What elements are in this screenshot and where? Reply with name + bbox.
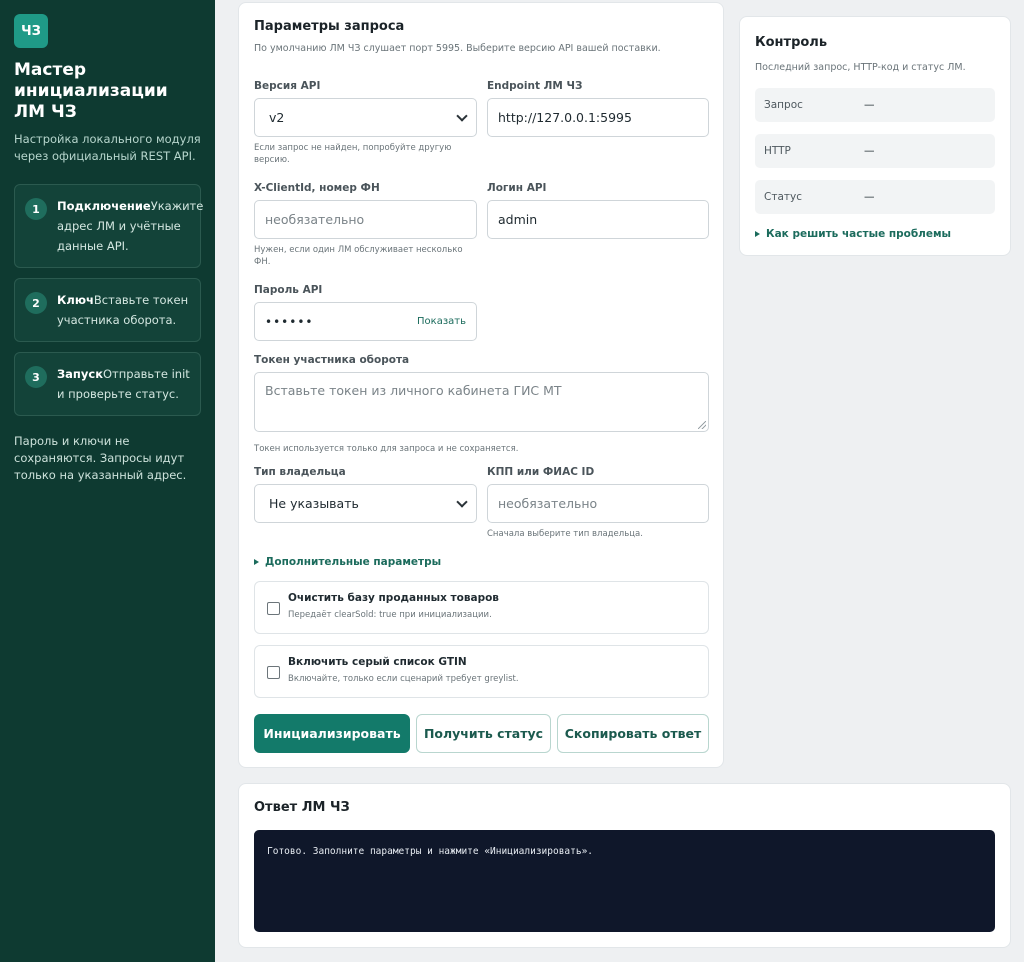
step-text: ПодключениеУкажите адрес ЛМ и учётные да… bbox=[57, 196, 203, 256]
initialize-button[interactable]: Инициализировать bbox=[254, 714, 410, 753]
clear-sold-desc: Передаёт clearSold: true при инициализац… bbox=[288, 610, 492, 620]
step-title: Подключение bbox=[57, 199, 151, 213]
step-number: 1 bbox=[25, 198, 47, 220]
token-placeholder: Вставьте токен из личного кабинета ГИС М… bbox=[265, 383, 562, 398]
row-value: — bbox=[864, 191, 875, 203]
sidebar-subtitle: Настройка локального модуля через официа… bbox=[14, 132, 201, 163]
control-subtitle: Последний запрос, HTTP-код и статус ЛМ. bbox=[755, 62, 966, 73]
token-label: Токен участника оборота bbox=[254, 354, 410, 366]
password-label: Пароль API bbox=[254, 284, 323, 296]
client-id-field: X-ClientId, номер ФН необязательно Нужен… bbox=[254, 182, 477, 268]
endpoint-input[interactable]: http://127.0.0.1:5995 bbox=[487, 98, 709, 137]
greylist-title: Включить серый список GTIN bbox=[288, 656, 467, 668]
params-title: Параметры запроса bbox=[254, 19, 405, 34]
show-password-button[interactable]: Показать bbox=[417, 316, 466, 327]
status-row: Статус — bbox=[755, 180, 995, 214]
token-field: Токен участника оборота Вставьте токен и… bbox=[254, 354, 709, 455]
step-text: ЗапускОтправьте init и проверьте статус. bbox=[57, 364, 190, 404]
owner-type-field: Тип владельца Не указывать bbox=[254, 466, 477, 523]
client-id-placeholder: необязательно bbox=[265, 212, 365, 227]
password-input[interactable]: •••••• Показать bbox=[254, 302, 477, 341]
sidebar-title: Мастер инициализации ЛМ ЧЗ bbox=[14, 60, 168, 122]
step-launch[interactable]: 3 ЗапускОтправьте init и проверьте стату… bbox=[14, 352, 201, 416]
chevron-down-icon bbox=[456, 109, 468, 122]
owner-type-label: Тип владельца bbox=[254, 466, 346, 478]
resize-handle-icon[interactable] bbox=[698, 421, 706, 429]
client-id-hint: Нужен, если один ЛМ обслуживает нескольк… bbox=[254, 245, 463, 267]
kpp-label: КПП или ФИАС ID bbox=[487, 466, 595, 478]
greylist-desc: Включайте, только если сценарий требует … bbox=[288, 674, 519, 684]
http-row: HTTP — bbox=[755, 134, 995, 168]
step-connection[interactable]: 1 ПодключениеУкажите адрес ЛМ и учётные … bbox=[14, 184, 203, 268]
troubleshooting-toggle[interactable]: Как решить частые проблемы bbox=[755, 228, 995, 240]
clear-sold-title: Очистить базу проданных товаров bbox=[288, 592, 499, 604]
kpp-placeholder: необязательно bbox=[498, 496, 598, 511]
api-version-hint: Если запрос не найден, попробуйте другую… bbox=[254, 143, 452, 165]
request-row: Запрос — bbox=[755, 88, 995, 122]
sidebar: ЧЗ Мастер инициализации ЛМ ЧЗ Настройка … bbox=[0, 0, 215, 962]
endpoint-value: http://127.0.0.1:5995 bbox=[498, 110, 632, 125]
owner-type-select[interactable]: Не указывать bbox=[254, 484, 477, 523]
advanced-params-toggle[interactable]: Дополнительные параметры bbox=[254, 556, 441, 568]
greylist-option[interactable]: Включить серый список GTIN Включайте, то… bbox=[254, 645, 709, 698]
login-label: Логин API bbox=[487, 182, 547, 194]
step-title: Запуск bbox=[57, 367, 103, 381]
control-title: Контроль bbox=[755, 35, 828, 50]
request-params-card: Параметры запроса По умолчанию ЛМ ЧЗ слу… bbox=[238, 2, 724, 768]
row-value: — bbox=[864, 145, 875, 157]
login-input[interactable]: admin bbox=[487, 200, 709, 239]
kpp-input[interactable]: необязательно bbox=[487, 484, 709, 523]
response-text: Готово. Заполните параметры и нажмите «И… bbox=[267, 846, 594, 857]
token-hint: Токен используется только для запроса и … bbox=[254, 444, 519, 454]
copy-response-button[interactable]: Скопировать ответ bbox=[557, 714, 709, 753]
password-field: Пароль API •••••• Показать bbox=[254, 284, 477, 341]
chevron-down-icon bbox=[456, 495, 468, 508]
advanced-params-label: Дополнительные параметры bbox=[265, 556, 442, 568]
row-value: — bbox=[864, 99, 875, 111]
token-textarea[interactable]: Вставьте токен из личного кабинета ГИС М… bbox=[254, 372, 709, 432]
clear-sold-option[interactable]: Очистить базу проданных товаров Передаёт… bbox=[254, 581, 709, 634]
endpoint-field: Endpoint ЛМ ЧЗ http://127.0.0.1:5995 bbox=[487, 80, 709, 137]
triangle-right-icon bbox=[755, 231, 760, 237]
params-subtitle: По умолчанию ЛМ ЧЗ слушает порт 5995. Вы… bbox=[254, 43, 661, 54]
client-id-input[interactable]: необязательно bbox=[254, 200, 477, 239]
triangle-right-icon bbox=[254, 559, 259, 565]
login-value: admin bbox=[498, 212, 538, 227]
owner-type-value: Не указывать bbox=[269, 496, 359, 511]
api-version-label: Версия API bbox=[254, 80, 321, 92]
privacy-note: Пароль и ключи не сохраняются. Запросы и… bbox=[14, 434, 187, 482]
step-text: КлючВставьте токен участника оборота. bbox=[57, 290, 190, 330]
steps-list: 1 ПодключениеУкажите адрес ЛМ и учётные … bbox=[14, 184, 203, 416]
api-version-field: Версия API v2 Если запрос не найден, поп… bbox=[254, 80, 477, 166]
client-id-label: X-ClientId, номер ФН bbox=[254, 182, 380, 194]
login-field: Логин API admin bbox=[487, 182, 709, 239]
kpp-field: КПП или ФИАС ID необязательно Сначала вы… bbox=[487, 466, 709, 540]
endpoint-label: Endpoint ЛМ ЧЗ bbox=[487, 80, 583, 92]
step-number: 2 bbox=[25, 292, 47, 314]
row-key: Запрос bbox=[764, 99, 803, 111]
row-key: Статус bbox=[764, 191, 802, 203]
app-logo: ЧЗ bbox=[14, 14, 48, 48]
step-title: Ключ bbox=[57, 293, 94, 307]
api-version-select[interactable]: v2 bbox=[254, 98, 477, 137]
greylist-checkbox[interactable] bbox=[267, 666, 280, 679]
troubleshooting-label: Как решить частые проблемы bbox=[766, 228, 952, 240]
clear-sold-checkbox[interactable] bbox=[267, 602, 280, 615]
response-card: Ответ ЛМ ЧЗ Готово. Заполните параметры … bbox=[238, 783, 1011, 948]
row-key: HTTP bbox=[764, 145, 791, 157]
get-status-button[interactable]: Получить статус bbox=[416, 714, 551, 753]
control-card: Контроль Последний запрос, HTTP-код и ст… bbox=[739, 16, 1011, 256]
response-output[interactable]: Готово. Заполните параметры и нажмите «И… bbox=[254, 830, 995, 932]
password-value: •••••• bbox=[265, 314, 314, 329]
step-key[interactable]: 2 КлючВставьте токен участника оборота. bbox=[14, 278, 201, 342]
step-number: 3 bbox=[25, 366, 47, 388]
api-version-value: v2 bbox=[269, 110, 285, 125]
response-title: Ответ ЛМ ЧЗ bbox=[254, 800, 350, 815]
kpp-hint: Сначала выберите тип владельца. bbox=[487, 529, 643, 539]
